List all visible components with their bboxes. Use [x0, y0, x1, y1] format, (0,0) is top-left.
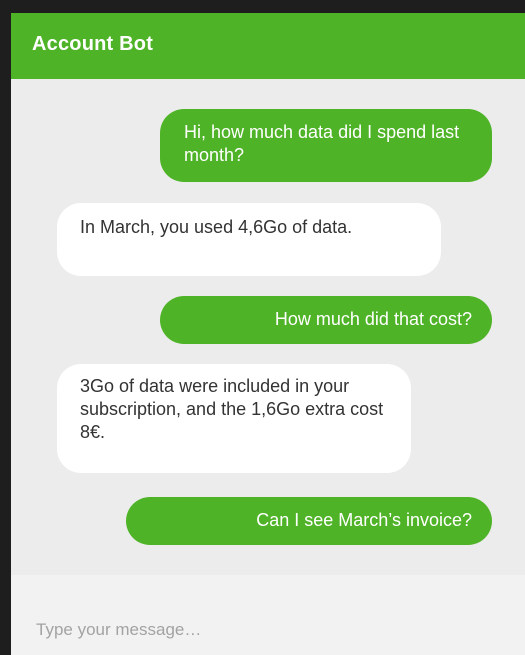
composer-area: [11, 575, 525, 655]
message-list: Hi, how much data did I spend last month…: [11, 79, 525, 575]
message-input[interactable]: [36, 615, 506, 645]
chat-window: Account Bot Hi, how much data did I spen…: [0, 0, 525, 655]
bot-name-title: Account Bot: [32, 33, 154, 55]
user-message-bubble: Hi, how much data did I spend last month…: [160, 109, 492, 182]
chat-header: Account Bot: [11, 13, 525, 79]
user-message-bubble: How much did that cost?: [160, 296, 492, 344]
bot-message-bubble: In March, you used 4,6Go of data.: [57, 203, 441, 276]
chat-panel: Account Bot Hi, how much data did I spen…: [11, 13, 525, 655]
user-message-bubble: Can I see March’s invoice?: [126, 497, 492, 545]
bot-message-bubble: 3Go of data were included in your subscr…: [57, 364, 411, 473]
